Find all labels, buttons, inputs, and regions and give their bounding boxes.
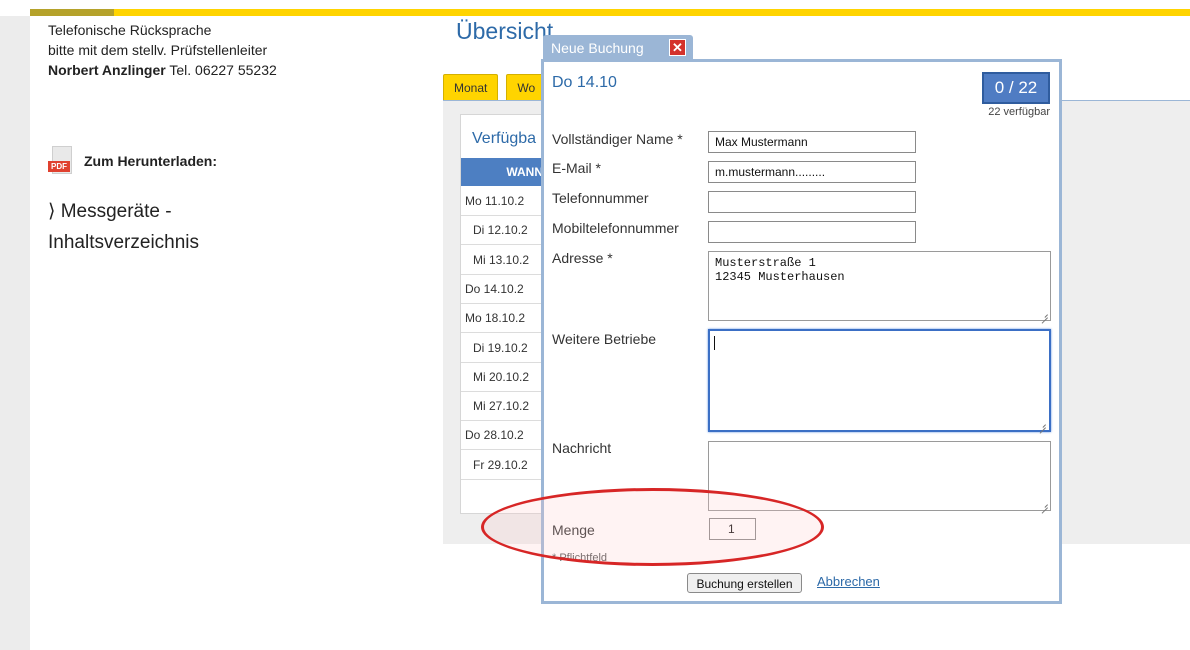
mobile-label: Mobiltelefonnummer	[552, 220, 679, 236]
document-link-line-2[interactable]: Inhaltsverzeichnis	[48, 227, 199, 258]
date-row[interactable]: Fr 29.10.2	[461, 451, 551, 480]
email-label: E-Mail *	[552, 160, 602, 176]
other-businesses-label: Weitere Betriebe	[552, 331, 657, 347]
pdf-icon[interactable]: PDF	[48, 146, 72, 176]
dialog-titlebar[interactable]: Neue Buchung ✕	[543, 35, 693, 61]
contact-name: Norbert Anzlinger	[48, 62, 166, 78]
resize-handle-icon[interactable]	[1039, 309, 1049, 319]
pdf-tag: PDF	[48, 161, 70, 172]
page-title: Übersicht	[456, 18, 554, 44]
contact-line-1: Telefonische Rücksprache	[48, 22, 212, 38]
date-row[interactable]: Di 19.10.2	[461, 334, 551, 363]
document-link-line-1[interactable]: ⟩ Messgeräte -	[48, 196, 199, 227]
cancel-link[interactable]: Abbrechen	[817, 574, 880, 589]
highlight-ellipse	[481, 488, 824, 566]
document-link[interactable]: ⟩ Messgeräte - Inhaltsverzeichnis	[48, 196, 199, 258]
availability-counter-sub: 22 verfügbar	[988, 106, 1050, 118]
email-field[interactable]	[708, 161, 916, 183]
view-tabs: Monat Wo	[443, 74, 554, 100]
date-row[interactable]: Mo 18.10.2	[461, 304, 551, 333]
phone-label: Telefonnummer	[552, 190, 649, 206]
address-label: Adresse *	[552, 250, 613, 266]
create-booking-button[interactable]: Buchung erstellen	[687, 573, 802, 593]
other-businesses-field[interactable]	[708, 329, 1051, 432]
download-section: PDF Zum Herunterladen:	[48, 146, 217, 176]
contact-phone: Tel. 06227 55232	[169, 62, 277, 78]
date-row[interactable]: Mi 20.10.2	[461, 363, 551, 392]
contact-line-3: Norbert Anzlinger Tel. 06227 55232	[48, 60, 277, 80]
top-accent-bar	[0, 0, 1190, 16]
name-field[interactable]	[708, 131, 916, 153]
close-icon[interactable]: ✕	[669, 39, 686, 56]
tab-month[interactable]: Monat	[443, 74, 499, 100]
contact-line-2: bitte mit dem stellv. Prüfstellenleiter	[48, 42, 268, 58]
download-label: Zum Herunterladen:	[84, 153, 218, 169]
date-row[interactable]: Do 14.10.2	[461, 275, 551, 304]
dialog-title: Neue Buchung	[551, 40, 644, 56]
mobile-field[interactable]	[708, 221, 916, 243]
date-row[interactable]: Di 12.10.2	[461, 216, 551, 245]
address-field[interactable]	[708, 251, 1051, 321]
text-caret	[714, 336, 715, 350]
table-header-when: WANN	[461, 158, 551, 186]
date-row[interactable]: Do 28.10.2	[461, 421, 551, 450]
accent-stripe	[30, 9, 1190, 16]
left-gutter	[0, 16, 30, 650]
date-row[interactable]: Mi 27.10.2	[461, 392, 551, 421]
availability-title: Verfügba	[472, 130, 537, 147]
date-row[interactable]: Mi 13.10.2	[461, 246, 551, 275]
message-label: Nachricht	[552, 440, 612, 456]
contact-info: Telefonische Rücksprache bitte mit dem s…	[48, 20, 277, 80]
resize-handle-icon[interactable]	[1039, 499, 1049, 509]
date-row[interactable]: Mo 11.10.2	[461, 187, 551, 216]
accent-stripe-dark	[30, 9, 114, 16]
name-label: Vollständiger Name *	[552, 131, 683, 147]
sidebar	[30, 16, 402, 650]
dialog-date: Do 14.10	[552, 74, 617, 91]
resize-handle-icon[interactable]	[1037, 419, 1047, 429]
availability-counter: 0 / 22	[982, 72, 1050, 104]
phone-field[interactable]	[708, 191, 916, 213]
